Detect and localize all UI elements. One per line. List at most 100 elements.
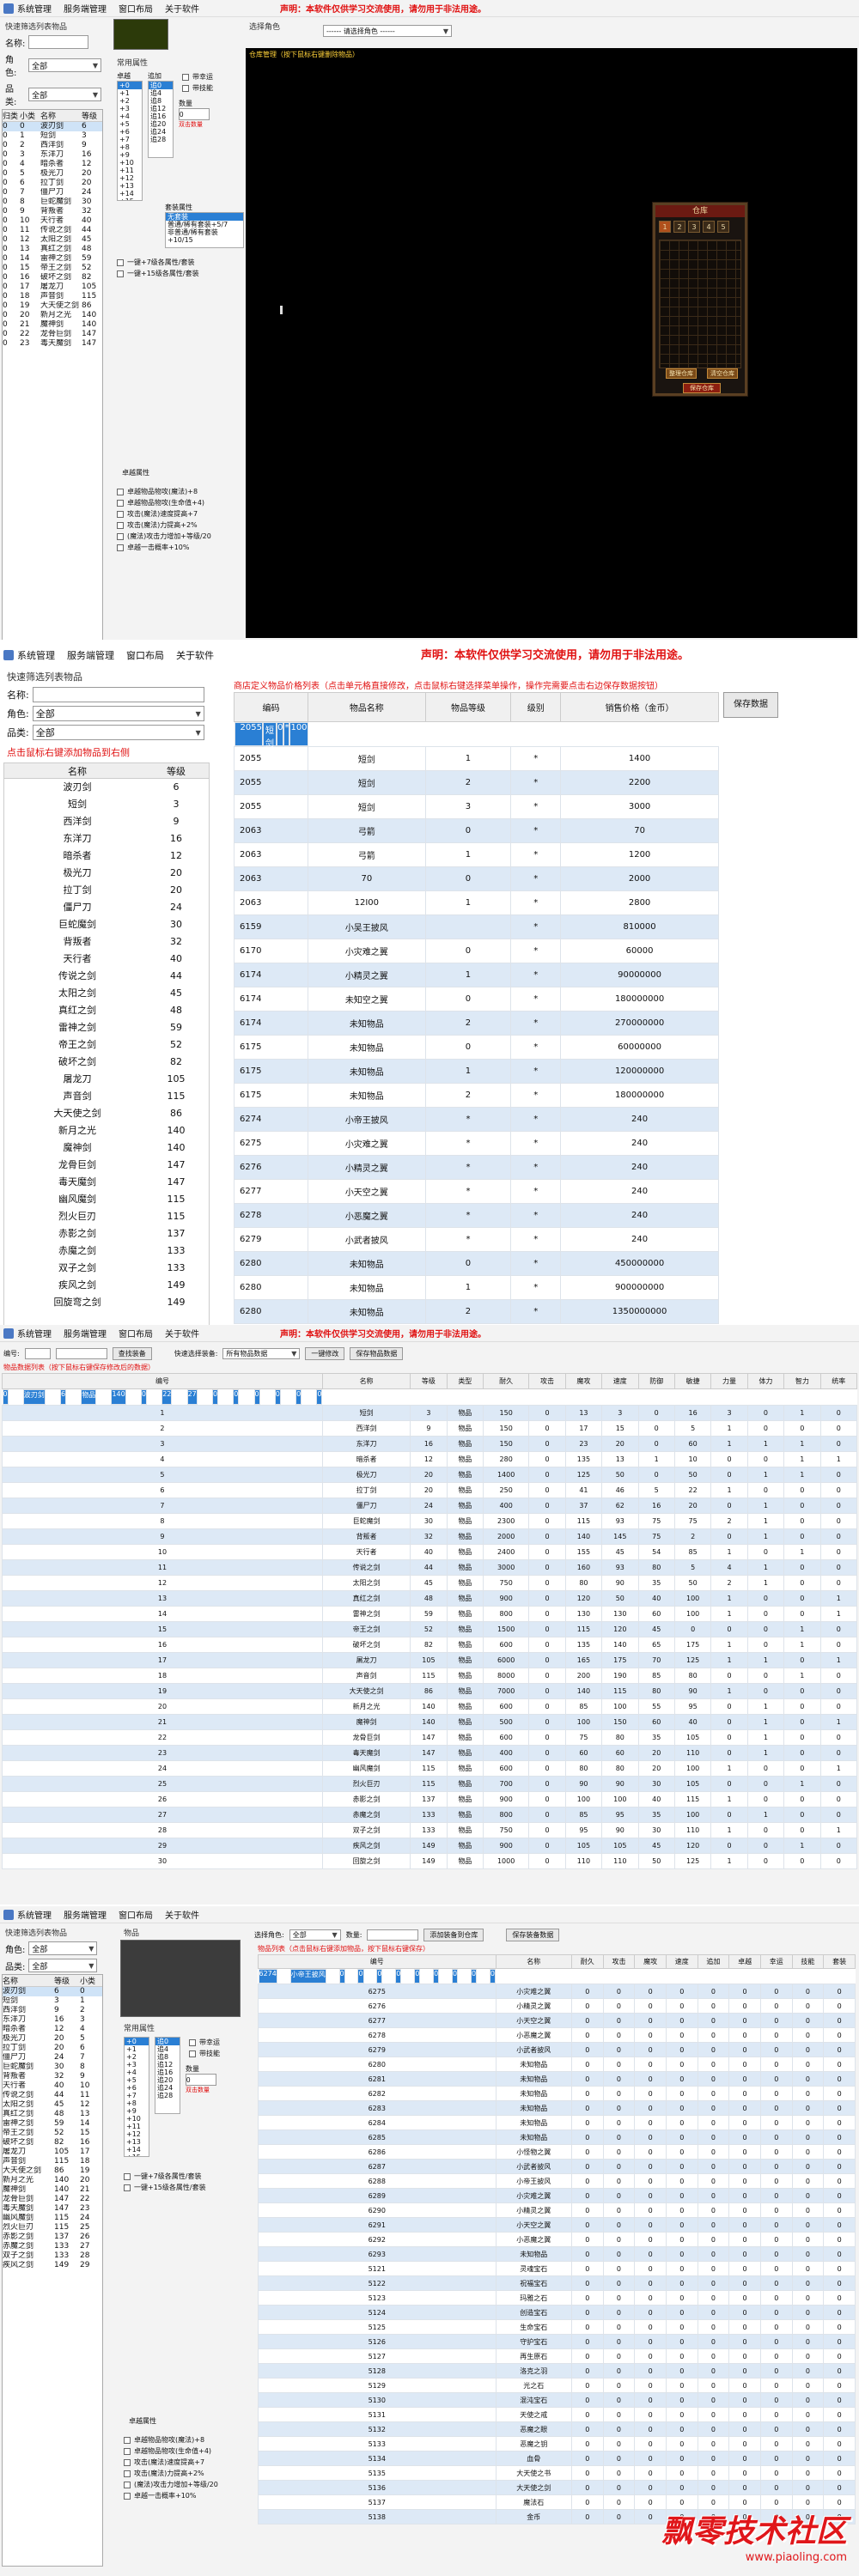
list-item[interactable]: 魔神剑 140 [4, 1139, 209, 1157]
option-item[interactable]: 追20 [149, 120, 173, 128]
option-item[interactable]: 追16 [155, 2069, 180, 2076]
table-cell[interactable]: 6279 [233, 1227, 309, 1252]
table-cell[interactable]: 1 [783, 1621, 821, 1637]
table-cell[interactable]: 0 [634, 2363, 667, 2379]
table-cell[interactable]: 5127 [258, 2348, 497, 2364]
extra-list[interactable]: 追0 追4 追8 追12 追16 追20 追24 追28 [155, 2037, 180, 2114]
table-cell[interactable]: 0 [233, 1389, 240, 1405]
table-cell[interactable]: 0 [697, 2334, 730, 2349]
table-cell[interactable]: 0 [634, 2378, 667, 2393]
table-cell[interactable]: 1 [819, 1714, 858, 1730]
list-item[interactable]: 0 16 破坏之剑 82 [3, 273, 102, 283]
col-header[interactable]: 套装 [823, 1954, 856, 1969]
table-cell[interactable]: 0 [823, 2086, 856, 2101]
table-cell[interactable]: 0 [602, 2144, 636, 2160]
table-row[interactable]: 5121 灵魂宝石 0 0 0 0 0 0 0 0 0 [258, 2261, 856, 2276]
table-cell[interactable]: 0 [783, 1528, 821, 1545]
table-cell[interactable]: 0 [710, 1498, 748, 1514]
table-cell[interactable]: 0 [602, 1984, 636, 1999]
table-cell[interactable]: 6174 [233, 1011, 309, 1036]
table-cell[interactable]: 45 [637, 1838, 675, 1854]
col-header[interactable]: 速度 [665, 1954, 698, 1969]
table-cell[interactable]: 20 [410, 1467, 448, 1483]
table-cell[interactable]: 13 [2, 1590, 323, 1607]
table-row[interactable]: 5132 恶魔之眼 0 0 0 0 0 0 0 0 0 [258, 2421, 856, 2437]
table-cell[interactable]: 帝王之剑 [321, 1621, 411, 1637]
table-cell[interactable]: 0 [759, 1984, 793, 1999]
table-cell[interactable]: 0 [570, 2159, 604, 2174]
table-cell[interactable]: 1 [746, 1745, 785, 1761]
list-item[interactable]: 0 5 极光刀 20 [3, 169, 102, 179]
table-cell[interactable]: 天使之戒 [495, 2407, 572, 2422]
luck-checkbox[interactable]: 带幸运 [179, 71, 216, 82]
sort-warehouse-button[interactable]: 整理仓库 [666, 368, 697, 379]
table-cell[interactable]: 小恶魔之翼 [308, 1203, 426, 1228]
table-cell[interactable]: 0 [602, 2027, 636, 2043]
table-cell[interactable]: 0 [823, 2057, 856, 2072]
table-cell[interactable]: 6291 [258, 2217, 497, 2233]
table-cell[interactable]: 18 [2, 1668, 323, 1684]
table-cell[interactable]: 0 [570, 2246, 604, 2262]
table-row[interactable]: 26 赤影之剑 137 物品 900 0 100 100 40 115 1 0 0 0 [2, 1791, 858, 1807]
table-cell[interactable]: 810000 [560, 914, 719, 939]
table-cell[interactable]: 0 [528, 1838, 566, 1854]
table-cell[interactable]: 130 [564, 1606, 603, 1622]
table-cell[interactable]: 115 [564, 1621, 603, 1637]
table-cell[interactable]: 未知物品 [308, 1083, 426, 1108]
table-cell[interactable]: 短剑 [308, 746, 426, 771]
table-cell[interactable]: 2 [424, 1299, 512, 1324]
table-cell[interactable]: 93 [601, 1559, 639, 1576]
table-cell[interactable]: 0 [783, 1745, 821, 1761]
list-item[interactable]: 帝王之剑 52 [4, 1036, 209, 1054]
table-cell[interactable]: 0 [791, 2305, 825, 2320]
table-cell[interactable]: 0 [791, 2013, 825, 2028]
table-cell[interactable]: 0 [570, 2188, 604, 2203]
option-item[interactable]: +10 [118, 159, 142, 167]
table-cell[interactable]: 6174 [233, 987, 309, 1012]
table-cell[interactable]: * [510, 1251, 562, 1276]
table-cell[interactable]: 110 [601, 1853, 639, 1869]
table-cell[interactable]: 900 [483, 1590, 530, 1607]
table-cell[interactable]: 400 [483, 1498, 530, 1514]
table-cell[interactable]: 0 [759, 2057, 793, 2072]
table-cell[interactable]: 6278 [233, 1203, 309, 1228]
list-item[interactable]: 东洋刀 16 [4, 830, 209, 848]
option-item[interactable]: +8 [118, 143, 142, 151]
table-cell[interactable]: 物品 [446, 1637, 484, 1653]
table-cell[interactable]: 45 [410, 1575, 448, 1591]
table-cell[interactable]: 0 [783, 1853, 821, 1869]
menu-server[interactable]: 服务端管理 [64, 1327, 107, 1340]
socket-checkbox[interactable]: (魔法)攻击力增加+等级/20 [113, 531, 242, 542]
table-cell[interactable]: 0 [602, 2071, 636, 2087]
table-cell[interactable]: 0 [791, 2363, 825, 2379]
table-cell[interactable]: 3 [424, 794, 512, 819]
option-item[interactable]: 追12 [149, 105, 173, 112]
table-cell[interactable]: 未知物品 [495, 2246, 572, 2262]
option-item[interactable]: 追28 [155, 2092, 180, 2099]
socket-checkbox[interactable]: 攻击(魔法)力提高+2% [120, 2468, 249, 2479]
table-cell[interactable]: 1 [424, 1059, 512, 1084]
table-cell[interactable]: 0 [665, 2013, 698, 2028]
table-cell[interactable]: 2300 [483, 1513, 530, 1529]
table-row[interactable]: 6280 未知物品 0 * 450000000 [233, 1251, 719, 1276]
table-cell[interactable]: * [510, 1203, 562, 1228]
table-cell[interactable]: 0 [665, 2480, 698, 2495]
table-cell[interactable]: 0 [819, 1513, 858, 1529]
table-cell[interactable]: 0 [602, 2436, 636, 2451]
table-cell[interactable]: 未知物品 [495, 2115, 572, 2130]
table-row[interactable]: 6287 小武者披风 0 0 0 0 0 0 0 0 0 [258, 2159, 856, 2174]
table-cell[interactable]: 0 [665, 1984, 698, 1999]
table-cell[interactable]: 1400 [560, 746, 719, 771]
table-cell[interactable]: 0 [791, 2057, 825, 2072]
table-cell[interactable]: 5133 [258, 2436, 497, 2451]
table-cell[interactable]: 100 [564, 1791, 603, 1807]
table-cell[interactable]: 1 [710, 1791, 748, 1807]
table-cell[interactable]: 0 [728, 2290, 761, 2306]
table-cell[interactable]: 物品 [446, 1528, 484, 1545]
table-cell[interactable]: 0 [637, 1420, 675, 1437]
table-cell[interactable]: 物品 [81, 1389, 97, 1405]
table-cell[interactable]: 16 [410, 1436, 448, 1452]
table-cell[interactable]: 70 [308, 866, 426, 891]
table-cell[interactable]: 0 [791, 2261, 825, 2276]
table-cell[interactable]: 小恶魔之翼 [495, 2232, 572, 2247]
